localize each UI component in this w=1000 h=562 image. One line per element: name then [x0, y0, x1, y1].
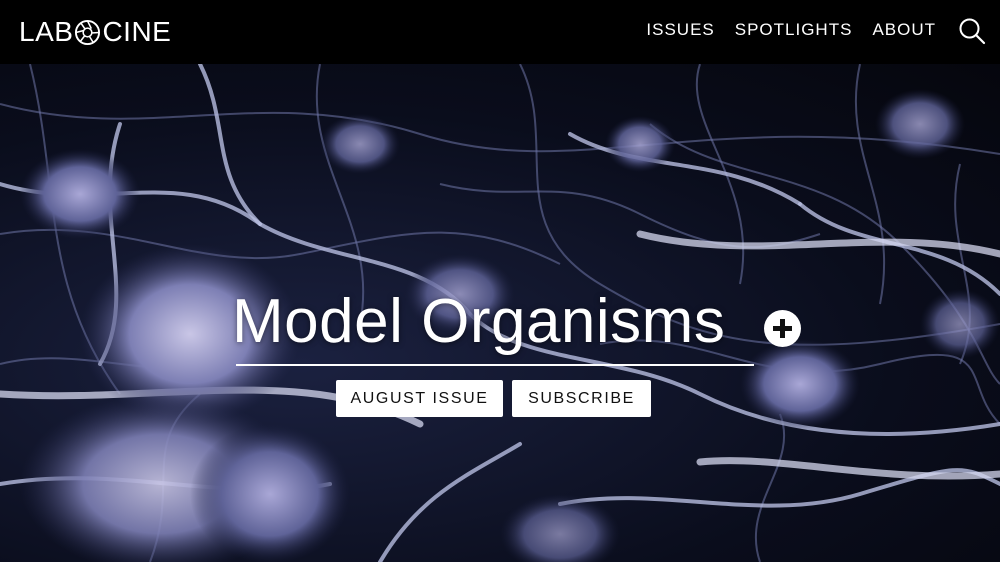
nav-issues[interactable]: ISSUES: [646, 20, 714, 40]
top-navigation-bar: LAB CINE ISSUES SPOTLIGHTS ABOUT: [0, 0, 1000, 64]
nav-spotlights[interactable]: SPOTLIGHTS: [735, 20, 853, 40]
nav-about[interactable]: ABOUT: [872, 20, 936, 40]
logo-text-right: CINE: [102, 16, 172, 47]
main-nav: ISSUES SPOTLIGHTS ABOUT: [646, 20, 936, 40]
hero-content: Model Organisms AUGUST ISSUE SUBSCRIBE: [0, 64, 1000, 562]
august-issue-button[interactable]: AUGUST ISSUE: [336, 380, 503, 417]
site-logo[interactable]: LAB CINE: [19, 16, 171, 48]
search-icon[interactable]: [958, 17, 986, 45]
logo-text-left: LAB: [19, 16, 74, 47]
subscribe-button[interactable]: SUBSCRIBE: [512, 380, 651, 417]
aperture-icon: [75, 19, 101, 45]
hero-banner: Model Organisms AUGUST ISSUE SUBSCRIBE: [0, 64, 1000, 562]
plus-circle-icon[interactable]: [764, 310, 801, 347]
title-underline: [236, 364, 754, 366]
hero-title[interactable]: Model Organisms: [232, 286, 725, 357]
